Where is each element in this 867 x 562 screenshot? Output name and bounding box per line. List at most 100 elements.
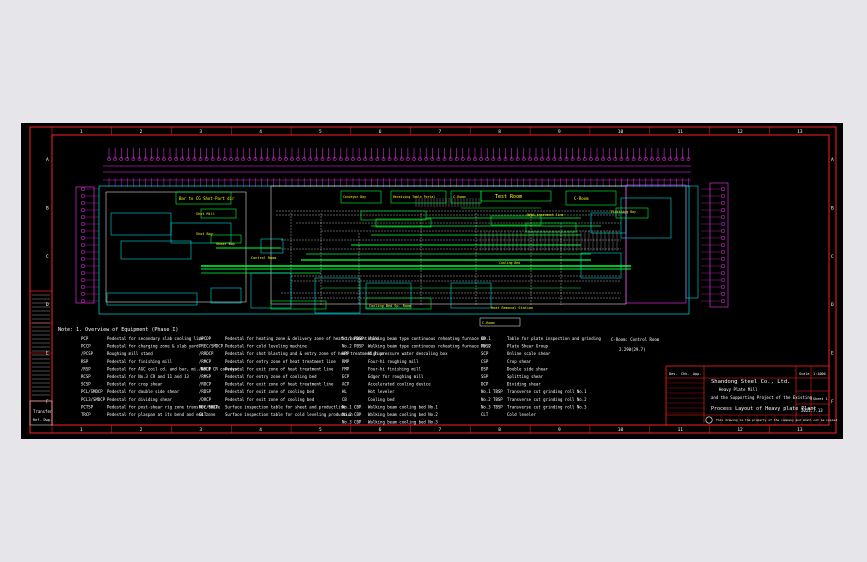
legend-code: CP xyxy=(481,336,486,341)
equipment-block xyxy=(210,287,242,304)
grid-bubble xyxy=(80,263,86,269)
revision-label: App. xyxy=(693,372,701,376)
legend-code: PCL/SMDCP xyxy=(81,389,103,394)
legend-desc: Pedestal for secondary slab cooling line xyxy=(107,336,204,341)
legend-desc: Pedestal for AGC coil cd. and bar, mi. N… xyxy=(107,366,240,371)
grid-bubble xyxy=(720,256,726,262)
legend-desc: Crop shear xyxy=(507,359,532,364)
area-label-conveyor-bay: Conveyor Bay xyxy=(343,195,366,199)
grid-bubble xyxy=(720,235,726,241)
equipment-room xyxy=(490,215,542,226)
legend-desc: Pedestal for entry zone of cooling bed xyxy=(225,374,317,379)
title-footer: This drawing is the property of the comp… xyxy=(716,418,837,422)
area-label-shear-bay: Shear Bay xyxy=(216,242,235,246)
grid-bubble xyxy=(80,235,86,241)
top-tick-label: 9 xyxy=(558,129,561,135)
top-tick-label: 7 xyxy=(439,129,442,135)
legend-code: NDC/RRCP xyxy=(199,404,219,409)
grid-bubble xyxy=(720,221,726,227)
top-tick-label: 11 xyxy=(678,129,684,135)
area-label-shot-bay: Shot Bay xyxy=(196,232,213,236)
scale-label: Scale xyxy=(799,372,810,376)
grid-bubble xyxy=(80,207,86,213)
right-tick-label: A xyxy=(831,157,834,163)
building-outline xyxy=(75,182,729,315)
legend-code: SSP xyxy=(481,374,489,379)
legend-desc: Online scale shear xyxy=(507,351,551,356)
left-tick-label: C xyxy=(46,254,49,260)
cad-drawing: 1 2 3 4 5 6 7 8 9 10 11 12 13 1 2 3 4 5 6 7 8 9 10 11 12 13 ABCD… xyxy=(29,126,837,434)
equipment-block xyxy=(110,212,172,236)
legend-code: RSP xyxy=(81,359,89,364)
equipment-room xyxy=(360,210,427,221)
grid-bubble xyxy=(80,186,86,192)
legend-code: No.3 TBSP xyxy=(481,404,503,409)
grid-bubble xyxy=(720,249,726,255)
sheet-number: Sheet 1 xyxy=(813,397,828,401)
legend-desc: Hot leveler xyxy=(368,389,395,394)
right-tick-label: F xyxy=(831,399,834,405)
right-tick-label: E xyxy=(831,351,834,357)
bottom-tick-label: 13 xyxy=(797,427,803,433)
equipment-block xyxy=(106,292,198,306)
revision-label: Chk. xyxy=(681,372,689,376)
legend-desc: Pedestal for shot blasting and & entry z… xyxy=(225,351,385,356)
bottom-tick-label: 9 xyxy=(558,427,561,433)
area-label-north-area: Bar to CG Shot-Part dir xyxy=(179,196,235,201)
legend-desc: Walking beam type continuous reheating f… xyxy=(368,336,491,341)
grid-bubble xyxy=(80,200,86,206)
legend-desc: Pedestal for dividing shear xyxy=(107,397,173,402)
side-panel: Transfer Ref. Dwg. xyxy=(29,290,53,426)
legend-desc: Pedestal for charging zone & slab yard xyxy=(107,344,199,349)
grid-bubble xyxy=(720,193,726,199)
legend-code: FMP xyxy=(342,366,350,371)
legend-desc: Pedestal for exit zone of heat treatment… xyxy=(225,366,334,371)
area-label-cooling-bed: Cooling Bed xyxy=(499,261,520,265)
grid-bubble xyxy=(80,221,86,227)
top-tick-label: 6 xyxy=(379,129,382,135)
legend-code: /RRDCP xyxy=(199,351,214,356)
legend-code: RMP xyxy=(342,359,350,364)
legend-desc: High pressure water descaling box xyxy=(368,351,448,356)
grid-bubble xyxy=(720,214,726,220)
area-label-receiving-bay: Receiving Table Portal xyxy=(393,195,435,199)
legend-code: CSP xyxy=(481,359,489,364)
grid-bubble xyxy=(720,284,726,290)
grid-bubble xyxy=(720,207,726,213)
top-tick-label: 13 xyxy=(797,129,803,135)
legend-desc: Roughing mill stand xyxy=(107,351,153,356)
legend-code: No.1 TBSP xyxy=(481,389,503,394)
company-name: Shandong Steel Co., Ltd. xyxy=(711,379,790,385)
legend-code: TRCP xyxy=(81,412,91,417)
area-label-c-room-bottom: C-Room xyxy=(482,321,495,325)
drawing-date: 2022.7.13 xyxy=(801,408,823,413)
legend-desc: Cold leveler xyxy=(507,412,536,417)
legend-desc: Plate Shear Group xyxy=(507,344,549,349)
side-panel-title: Transfer xyxy=(33,409,53,414)
legend-code: PCTSP xyxy=(81,404,94,409)
legend-desc: Pedestal for double side shear xyxy=(107,389,180,394)
legend-code: HL xyxy=(342,389,347,394)
grid-bubble xyxy=(720,186,726,192)
legend-code: PCCP xyxy=(81,344,91,349)
bottom-tick-label: 2 xyxy=(140,427,143,433)
legend-desc: Pedestal for exit zone of heat treatment… xyxy=(225,382,334,387)
grid-bubble xyxy=(720,200,726,206)
legend-desc: Four-hi roughing mill xyxy=(368,359,419,364)
legend-code: /RMCP xyxy=(199,359,212,364)
area-label-heat-removal: Heat Removal Station xyxy=(491,306,533,310)
scale-value: 1:1000 xyxy=(813,372,826,376)
equipment-block xyxy=(260,238,284,254)
legend-desc: Surface inspection table for cold leveli… xyxy=(225,412,353,417)
top-tick-label: 1 xyxy=(80,129,83,135)
legend-desc: Splitting shear xyxy=(507,374,544,379)
area-label-shot-mill: Shot Mill xyxy=(196,212,215,216)
left-tick-label: B xyxy=(46,206,49,212)
area-label-control-room: Control Room xyxy=(251,256,276,260)
legend-desc: Accelerated cooling device xyxy=(368,382,431,387)
legend-code: No.2 PBSP xyxy=(342,344,364,349)
revision-label: Des. xyxy=(669,372,677,376)
area-label-cooling-bed-room: Cooling Bed Sp.-Room xyxy=(369,304,411,308)
legend-code: SCP xyxy=(481,351,489,356)
equipment-legend: PCP Pedestal for secondary slab cooling l… xyxy=(81,336,602,425)
